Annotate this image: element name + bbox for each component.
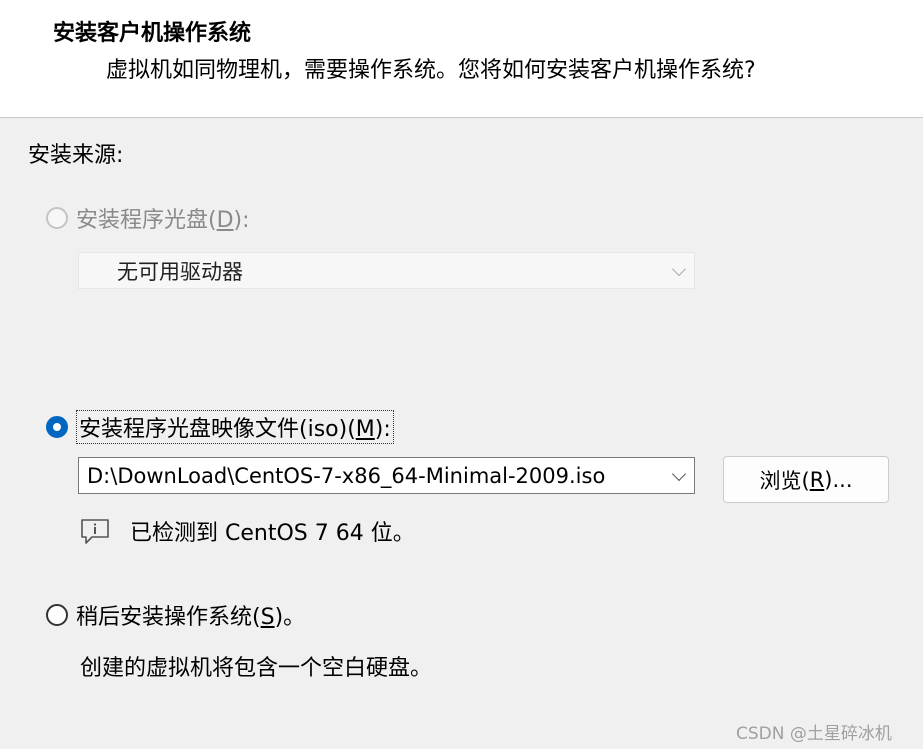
disc-drive-dropdown[interactable]: 无可用驱动器: [78, 252, 695, 289]
os-detected-text: 已检测到 CentOS 7 64 位。: [130, 521, 415, 546]
install-source-label: 安装来源:: [28, 143, 124, 168]
radio-option-iso[interactable]: 安装程序光盘映像文件(iso)(M):: [46, 410, 394, 444]
disc-drive-value: 无可用驱动器: [117, 259, 243, 284]
radio-option-disc[interactable]: 安装程序光盘(D):: [46, 202, 250, 234]
chevron-down-icon: [671, 261, 687, 276]
radio-label-disc: 安装程序光盘(D):: [76, 208, 250, 233]
radio-label-iso: 安装程序光盘映像文件(iso)(M):: [76, 410, 394, 444]
install-later-description: 创建的虚拟机将包含一个空白硬盘。: [80, 656, 433, 681]
radio-button-later[interactable]: [46, 604, 68, 626]
wizard-header: 安装客户机操作系统 虚拟机如同物理机，需要操作系统。您将如何安装客户机操作系统?: [0, 0, 923, 118]
watermark: CSDN @土星碎冰机: [736, 724, 892, 744]
radio-button-iso[interactable]: [46, 416, 68, 438]
info-speech-bubble-icon: [81, 519, 109, 544]
chevron-down-icon[interactable]: [671, 466, 687, 481]
radio-option-later[interactable]: 稍后安装操作系统(S)。: [46, 599, 305, 631]
radio-label-later: 稍后安装操作系统(S)。: [76, 605, 306, 630]
page-subtitle: 虚拟机如同物理机，需要操作系统。您将如何安装客户机操作系统?: [106, 58, 756, 83]
page-title: 安装客户机操作系统: [53, 21, 252, 46]
os-detected-message: 已检测到 CentOS 7 64 位。: [80, 515, 415, 547]
iso-path-combobox[interactable]: D:\DownLoad\CentOS-7-x86_64-Minimal-2009…: [78, 457, 695, 494]
iso-path-value[interactable]: D:\DownLoad\CentOS-7-x86_64-Minimal-2009…: [87, 464, 605, 488]
browse-button[interactable]: 浏览(R)...: [723, 456, 889, 503]
radio-button-disc[interactable]: [46, 207, 68, 229]
